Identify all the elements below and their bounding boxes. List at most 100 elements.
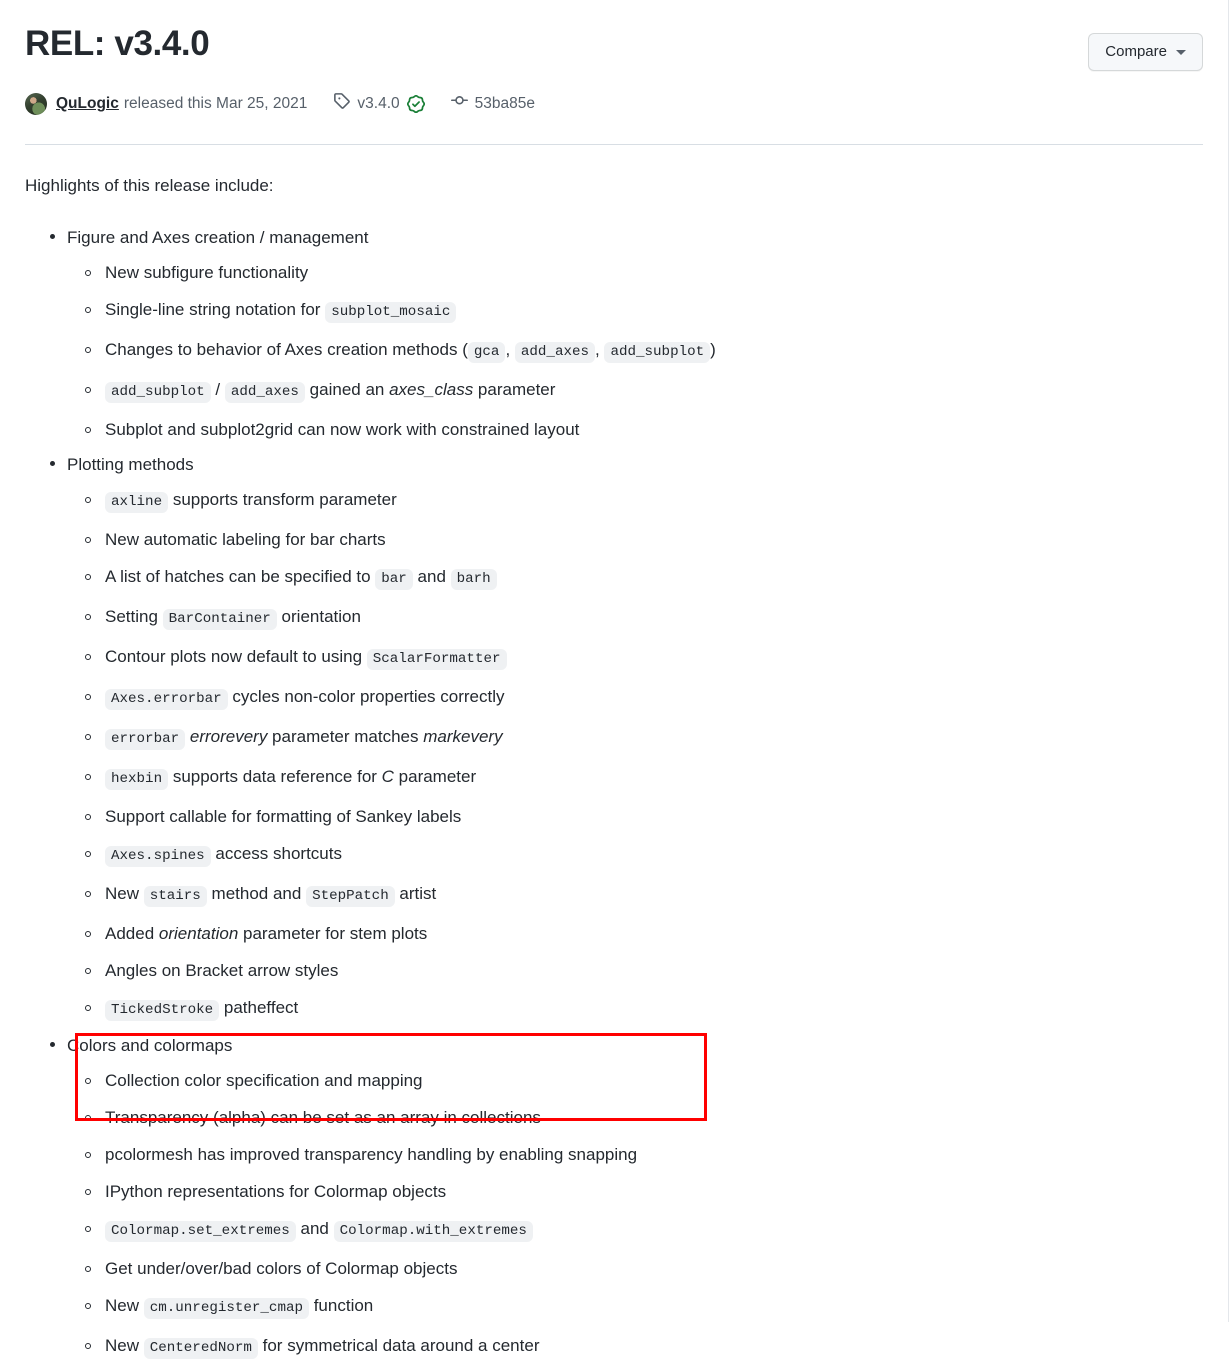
highlight-group-title: Plotting methods [50, 448, 1203, 481]
intro-text: Highlights of this release include: [25, 176, 274, 195]
item-text: pcolormesh has improved transparency han… [105, 1145, 638, 1164]
inline-code: BarContainer [162, 609, 277, 630]
item-text: Get under/over/bad colors of Colormap ob… [105, 1259, 458, 1278]
inline-code: bar [375, 569, 413, 590]
item-text: , [505, 340, 515, 359]
list-item: Support callable for formatting of Sanke… [67, 798, 1203, 835]
inline-code: errorbar [105, 729, 186, 750]
inline-code: hexbin [105, 769, 169, 790]
item-text: parameter [393, 767, 477, 786]
highlight-sublist: axline supports transform parameter New a… [67, 481, 1203, 1029]
item-text: and [412, 567, 451, 586]
emphasis-text: orientation [158, 924, 239, 943]
item-text: New [105, 1336, 144, 1355]
git-commit-icon [450, 92, 468, 116]
item-text: supports data reference for [168, 767, 382, 786]
item-text: ) [710, 340, 716, 359]
inline-code: axline [105, 492, 169, 513]
page-title: REL: v3.4.0 [25, 24, 210, 63]
item-text: function [308, 1296, 374, 1315]
release-meta: QuLogic released this Mar 25, 2021 v3.4.… [0, 92, 1228, 116]
inline-code: barh [450, 569, 497, 590]
inline-code: Colormap.set_extremes [105, 1221, 296, 1242]
inline-code: CenteredNorm [143, 1338, 258, 1359]
item-text: Changes to behavior of Axes creation met… [105, 340, 468, 359]
item-text: / [210, 380, 225, 399]
list-item: IPython representations for Colormap obj… [67, 1173, 1203, 1210]
list-item: New cm.unregister_cmap function [67, 1287, 1203, 1327]
item-text: orientation [276, 607, 361, 626]
list-item: Single-line string notation for subplot_… [67, 291, 1203, 331]
list-item: Get under/over/bad colors of Colormap ob… [67, 1250, 1203, 1287]
highlight-group: Colors and colormaps Collection color spe… [25, 1029, 1203, 1367]
item-text: patheffect [219, 998, 299, 1017]
verified-badge-icon [406, 95, 425, 113]
inline-code: Colormap.with_extremes [333, 1221, 533, 1242]
list-item: errorbar errorevery parameter matches ma… [67, 718, 1203, 758]
avatar[interactable] [25, 93, 47, 115]
chevron-down-icon [1176, 49, 1186, 55]
emphasis-text: axes_class [389, 380, 474, 399]
compare-button-label: Compare [1105, 43, 1167, 60]
tag-icon [333, 92, 351, 116]
highlight-sublist: New subfigure functionality Single-line s… [67, 254, 1203, 448]
item-text: New subfigure functionality [105, 263, 309, 282]
item-text: parameter matches [267, 727, 424, 746]
inline-code: subplot_mosaic [325, 302, 457, 323]
list-item: New stairs method and StepPatch artist [67, 875, 1203, 915]
item-text: Single-line string notation for [105, 300, 326, 319]
release-body: Highlights of this release include: Figu… [0, 173, 1228, 1367]
item-text: Collection color specification and mappi… [105, 1071, 423, 1090]
list-item: Changes to behavior of Axes creation met… [67, 331, 1203, 371]
list-item: Added orientation parameter for stem plo… [67, 915, 1203, 952]
highlight-group: Plotting methods axline supports transfor… [25, 448, 1203, 1029]
release-page: REL: v3.4.0 Compare QuLogic released thi… [0, 0, 1229, 1359]
inline-code: gca [467, 342, 506, 363]
list-item: Transparency (alpha) can be set as an ar… [67, 1099, 1203, 1136]
item-text: New automatic labeling for bar charts [105, 530, 386, 549]
item-text: parameter [473, 380, 556, 399]
list-item: hexbin supports data reference for C par… [67, 758, 1203, 798]
release-header: REL: v3.4.0 Compare [0, 0, 1228, 71]
commit-link[interactable]: 53ba85e [475, 93, 535, 115]
highlight-sublist: Collection color specification and mappi… [67, 1062, 1203, 1367]
tag-meta: v3.4.0 [333, 92, 425, 116]
inline-code: add_axes [514, 342, 596, 363]
tag-link[interactable]: v3.4.0 [357, 93, 399, 115]
list-item: Setting BarContainer orientation [67, 598, 1203, 638]
highlight-group: Figure and Axes creation / management New… [25, 221, 1203, 448]
list-item: Angles on Bracket arrow styles [67, 952, 1203, 989]
compare-button[interactable]: Compare [1088, 33, 1203, 71]
list-item: Colormap.set_extremes and Colormap.with_… [67, 1210, 1203, 1250]
item-text: Subplot and subplot2grid can now work wi… [105, 420, 580, 439]
list-item: Subplot and subplot2grid can now work wi… [67, 411, 1203, 448]
item-text: gained an [304, 380, 390, 399]
list-item: Axes.errorbar cycles non-color propertie… [67, 678, 1203, 718]
commit-meta: 53ba85e [450, 92, 535, 116]
item-text: A list of hatches can be specified to [105, 567, 376, 586]
item-text: access shortcuts [210, 844, 342, 863]
list-item: Collection color specification and mappi… [67, 1062, 1203, 1099]
item-text: Setting [105, 607, 163, 626]
item-text: parameter for stem plots [238, 924, 428, 943]
item-text: Support callable for formatting of Sanke… [105, 807, 462, 826]
item-text: IPython representations for Colormap obj… [105, 1182, 447, 1201]
item-text: supports transform parameter [168, 490, 397, 509]
list-item: TickedStroke patheffect [67, 989, 1203, 1029]
list-item: Contour plots now default to using Scala… [67, 638, 1203, 678]
released-text: released this Mar 25, 2021 [123, 95, 308, 112]
list-item: New subfigure functionality [67, 254, 1203, 291]
highlight-group-title: Figure and Axes creation / management [50, 221, 1203, 254]
list-item: axline supports transform parameter [67, 481, 1203, 521]
list-item: add_subplot / add_axes gained an axes_cl… [67, 371, 1203, 411]
item-text: Angles on Bracket arrow styles [105, 961, 339, 980]
author-link[interactable]: QuLogic [56, 93, 119, 115]
emphasis-text: C [381, 767, 394, 786]
emphasis-text: errorevery [189, 727, 268, 746]
highlight-group-title: Colors and colormaps [50, 1029, 1203, 1062]
list-item: New CenteredNorm for symmetrical data ar… [67, 1327, 1203, 1367]
item-text: Transparency (alpha) can be set as an ar… [105, 1108, 541, 1127]
item-text: cycles non-color properties correctly [227, 687, 505, 706]
highlights-list: Figure and Axes creation / management New… [25, 221, 1203, 1367]
inline-code: add_subplot [604, 342, 711, 363]
